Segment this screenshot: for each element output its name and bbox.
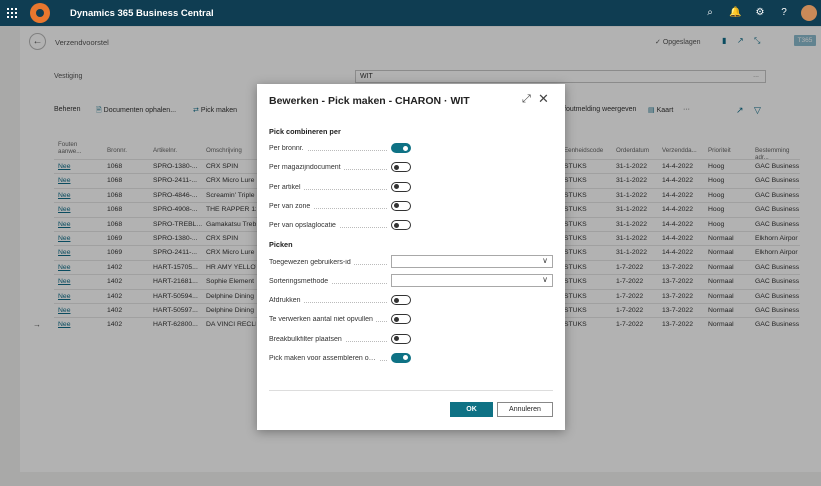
cancel-button[interactable]: Annuleren [497,402,553,417]
section-combine-pick: Pick combineren per [269,127,341,136]
avatar[interactable] [801,5,817,21]
option-toggle[interactable] [391,333,411,344]
app-title: Dynamics 365 Business Central [70,8,214,19]
dialog-divider [269,390,553,391]
option-row: Per artikel [269,181,559,194]
option-row: Pick maken voor assembleren op... [269,352,559,365]
ok-button[interactable]: OK [450,402,493,417]
option-label: Per van opslaglocatie [269,222,339,230]
option-row: Per van zone [269,200,559,213]
chevron-down-icon: ∨ [542,256,548,265]
close-icon[interactable]: ✕ [538,91,549,107]
company-logo [30,3,50,23]
option-toggle[interactable] [391,162,411,173]
option-row: Per van opslaglocatie [269,220,559,232]
option-toggle[interactable] [391,314,411,325]
option-toggle[interactable] [391,143,411,153]
option-label: Per artikel [269,183,304,191]
assigned-user-label: Toegewezen gebruikers-id [269,259,354,266]
help-icon[interactable]: ? [778,7,790,19]
app-launcher-icon[interactable] [7,8,17,18]
option-row: Te verwerken aantal niet opvullen [269,314,559,326]
option-row: Per bronnr. [269,143,559,155]
option-row: Breakbulkfilter plaatsen [269,333,559,346]
expand-icon[interactable]: ⤢ [522,93,531,106]
option-label: Per magazijndocument [269,164,344,172]
option-label: Breakbulkfilter plaatsen [269,335,345,343]
app-bar: Dynamics 365 Business Central ⌕ 🔔 ⚙ ? [0,0,821,26]
sorting-method-label: Sorteringsmethode [269,278,332,285]
assigned-user-field[interactable]: ∨ [391,255,553,268]
gear-icon[interactable]: ⚙ [754,7,766,19]
option-toggle[interactable] [391,181,411,192]
option-toggle[interactable] [391,352,411,363]
option-toggle[interactable] [391,220,411,231]
option-label: Te verwerken aantal niet opvullen [269,316,376,324]
option-label: Afdrukken [269,297,304,304]
sorting-method-select[interactable]: ∨ [391,274,553,287]
option-label: Pick maken voor assembleren op... [269,354,379,362]
option-label: Per van zone [269,202,314,210]
assigned-user-row: Toegewezen gebruikers-id ∨ [269,255,559,269]
section-picking: Picken [269,240,293,249]
option-row: Per magazijndocument [269,162,559,174]
option-row: Afdrukken [269,295,559,307]
chevron-down-icon: ∨ [542,275,548,284]
bell-icon[interactable]: 🔔 [729,7,741,19]
search-icon[interactable]: ⌕ [704,7,716,19]
option-toggle[interactable] [391,200,411,211]
option-label: Per bronnr. [269,145,307,152]
dialog-title: Bewerken - Pick maken - CHARON · WIT [269,95,470,107]
create-pick-dialog: Bewerken - Pick maken - CHARON · WIT ⤢ ✕… [257,84,565,430]
sorting-method-row: Sorteringsmethode ∨ [269,274,559,288]
option-toggle[interactable] [391,295,411,305]
